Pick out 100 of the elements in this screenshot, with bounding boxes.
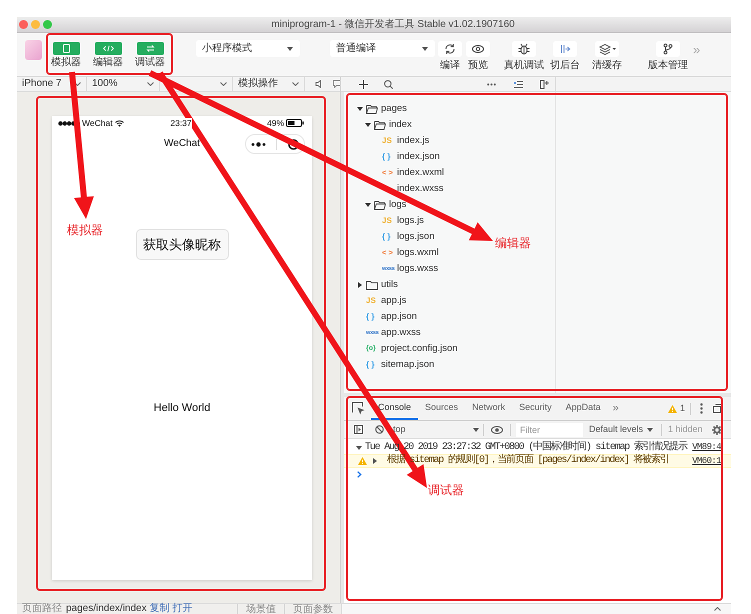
folder-name[interactable]: logs [389,199,406,211]
file-name[interactable]: index.wxss [397,183,444,195]
panel-plus-icon[interactable] [540,80,549,88]
more-icon[interactable] [700,403,703,414]
file-name[interactable]: index.js [397,135,430,147]
battery-percent: 49% [267,118,284,128]
caret-icon[interactable] [365,122,371,128]
prompt-icon [357,471,362,478]
filter-field[interactable]: Filter [516,422,583,436]
plus-icon[interactable] [359,80,368,88]
clear-cache-button[interactable]: 清缓存 [590,41,624,72]
version-button[interactable]: 版本管理 [646,41,690,72]
folder-icon [366,280,378,290]
file-name[interactable]: logs.wxss [397,263,438,275]
search-icon[interactable] [384,80,393,88]
caret-icon [287,46,293,50]
preview-button[interactable]: 预览 [466,41,490,72]
folder-icon [374,120,386,130]
background-button[interactable]: 切后台 [548,41,582,72]
levels-dropdown[interactable]: Default levels [589,422,654,438]
settings-icon[interactable] [712,424,722,434]
source-link[interactable]: VM89:4 [692,442,721,453]
block-icon[interactable] [375,425,384,434]
eye-icon[interactable] [491,426,503,434]
lines-icon[interactable] [514,80,523,88]
eye-icon [466,41,490,57]
status-link[interactable]: 打开 [172,603,193,614]
profile-button[interactable]: 获取头像昵称 [136,229,228,260]
source-link[interactable]: VM60:1 [692,456,721,466]
project-icon [25,40,42,60]
caret-icon [473,428,479,432]
hidden-count: 1 hidden [668,424,703,435]
remote-debug-button[interactable]: 真机调试 [502,41,546,72]
file-name[interactable]: index.json [397,151,440,163]
sidebar-icon[interactable] [354,425,363,434]
chevron-icon[interactable] [714,607,721,611]
folder-icon [374,200,386,210]
caret-icon[interactable] [372,458,378,464]
chevron-icon [220,82,227,86]
editor-button[interactable]: 编辑器 [87,33,129,69]
file-name[interactable]: project.config.json [381,343,458,355]
status-link[interactable]: 复制 [150,603,170,614]
tab[interactable]: Network [465,397,512,420]
json-file-icon: { } [366,312,374,322]
json-file-icon: { } [382,152,390,162]
warning-icon [358,457,367,465]
more-icon[interactable] [487,82,496,86]
tab[interactable]: AppData [558,397,608,420]
tab[interactable]: Sources [418,397,466,420]
more-icon[interactable] [251,142,266,146]
caret-icon[interactable] [356,444,362,450]
caret-icon[interactable] [365,202,371,208]
js-file-icon: JS [382,136,392,146]
js-file-icon: JS [382,216,392,226]
tab[interactable]: Security [512,397,559,420]
refresh-icon [438,41,462,57]
folder-name[interactable]: index [389,119,412,131]
warning-counter[interactable]: 1 [662,397,690,420]
dock-icon[interactable] [713,404,723,413]
file-name[interactable]: index.wxml [397,167,444,179]
battery-icon [286,119,304,127]
folder-icon [366,104,378,114]
bug-icon [512,41,536,57]
file-name[interactable]: app.js [381,295,406,307]
file-name[interactable]: sitemap.json [381,359,434,371]
file-name[interactable]: logs.wxml [397,247,439,259]
annotation-label: 模拟器 [67,223,103,237]
page-path: pages/index/index [66,603,147,614]
speaker-icon[interactable] [315,80,323,88]
compile-mode-dropdown[interactable]: 普通编译 [330,40,435,57]
inspect-icon[interactable] [352,402,365,415]
simulator-button[interactable]: 模拟器 [45,33,87,69]
file-name[interactable]: logs.json [397,231,434,243]
carrier-name: WeChat [82,118,113,128]
chevron-icon [292,82,299,86]
folder-name[interactable]: pages [381,103,407,115]
json-file-icon: { } [382,232,390,242]
debugger-button[interactable]: 调试器 [129,33,171,69]
branch-icon [656,41,680,57]
path-label: 页面路径 [22,603,62,614]
caret-icon [422,46,428,50]
annotation-label: 调试器 [428,483,464,497]
context-dropdown[interactable]: top [387,422,483,438]
file-name[interactable]: logs.js [397,215,424,227]
wifi-icon [114,120,124,126]
compile-button[interactable]: 编译 [438,41,462,72]
file-name[interactable]: app.json [381,311,417,323]
caret-icon[interactable] [357,282,363,288]
clock-time: 23:37 [170,118,192,128]
mode-dropdown[interactable]: 小程序模式 [196,40,300,57]
chevron-icon [147,82,154,86]
folder-name[interactable]: utils [381,279,398,291]
caret-icon[interactable] [357,106,363,112]
more-tabs-button[interactable]: » [608,397,624,420]
js-file-icon: JS [366,296,376,306]
operations-dropdown[interactable]: 模拟操作 [233,77,305,91]
content-text: Hello World [154,402,210,416]
caret-icon [647,428,654,432]
file-name[interactable]: app.wxss [381,327,421,339]
layers-icon [595,41,619,57]
